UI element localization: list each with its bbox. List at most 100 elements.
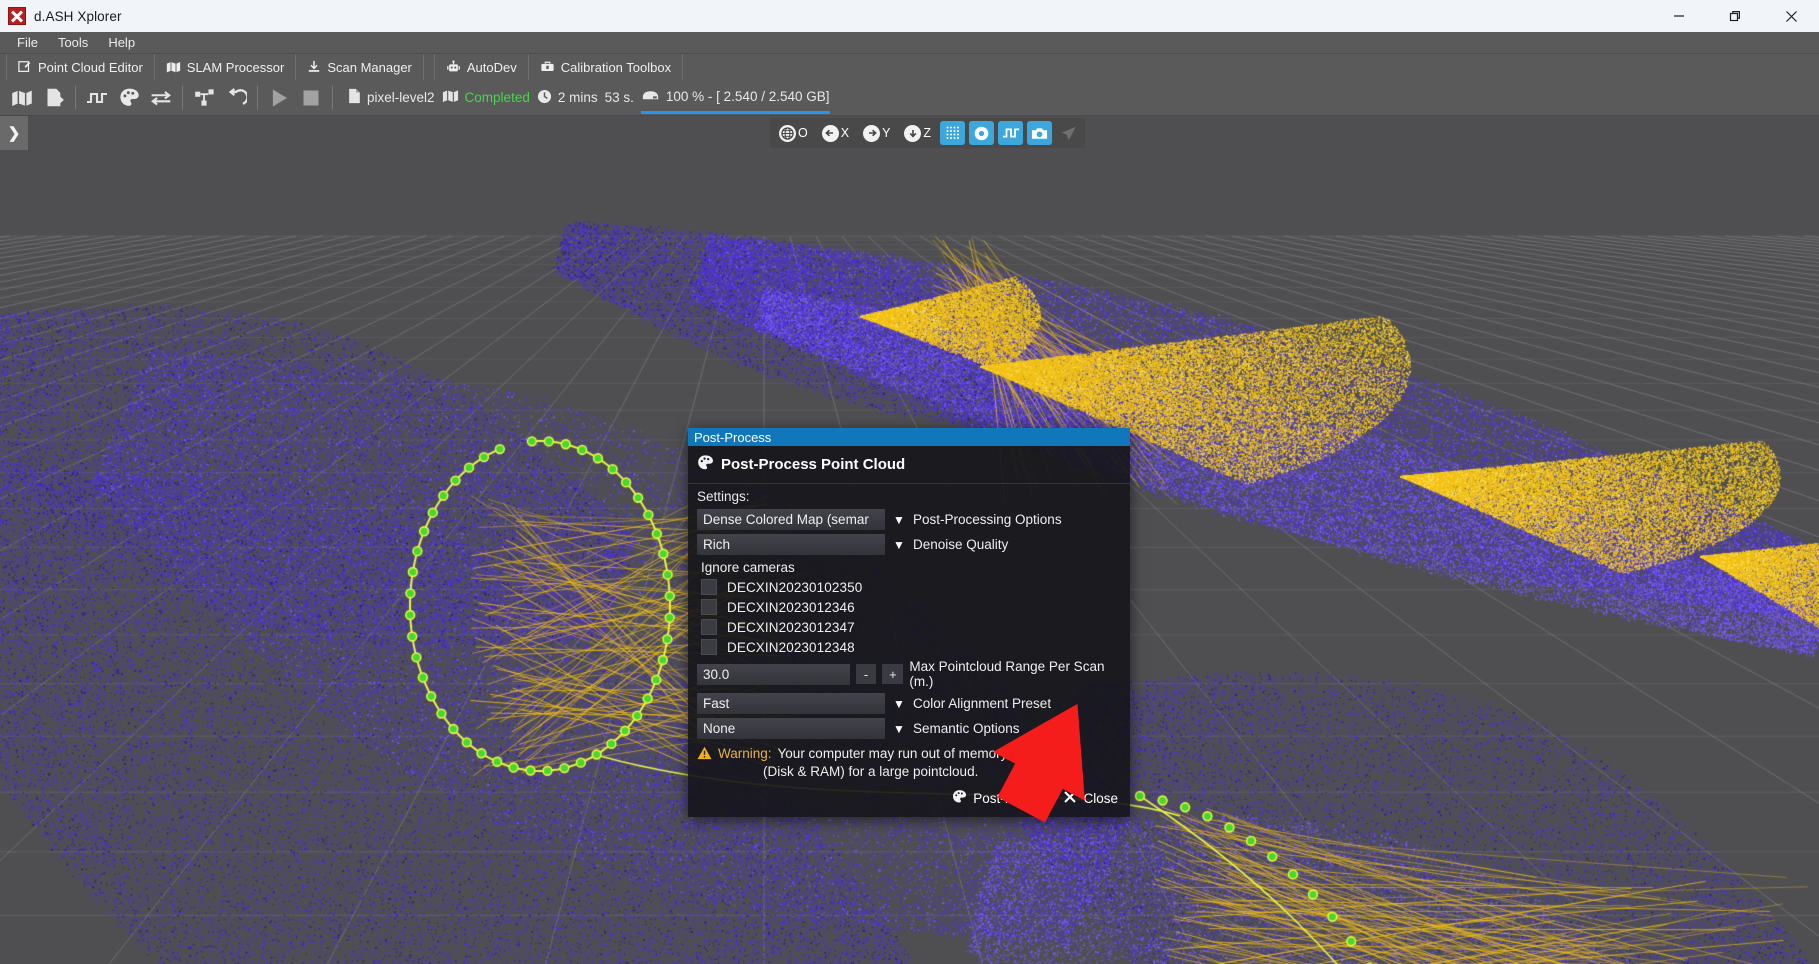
view-axis-y-button[interactable]: Y [858, 121, 895, 145]
square-wave-icon[interactable] [998, 121, 1024, 145]
module-point-cloud-editor[interactable]: Point Cloud Editor [6, 54, 155, 80]
dialog-footer: Post-Process Close [688, 779, 1130, 809]
field-label: Denoise Quality [913, 537, 1009, 552]
window-controls [1651, 0, 1819, 32]
camera-checkbox[interactable] [701, 599, 717, 615]
toolbar-divider [257, 85, 258, 110]
max-range-decrement-button[interactable]: - [855, 664, 877, 684]
signal-button[interactable] [81, 82, 113, 114]
post-process-button-label: Post-Process [973, 790, 1054, 806]
dialog-titlebar: Post-Process [688, 428, 1130, 446]
swap-button[interactable] [145, 82, 177, 114]
toolbar-divider [332, 85, 333, 110]
max-range-input[interactable]: 30.0 [697, 663, 850, 685]
view-origin-label: O [798, 126, 808, 140]
view-origin-button[interactable]: O [774, 121, 813, 145]
status-elapsed-seconds: 53 s. [604, 90, 634, 105]
palette-button[interactable] [113, 82, 145, 114]
field-label: Max Pointcloud Range Per Scan (m.) [909, 659, 1105, 689]
warning-message: Warning: Your computer may run out of me… [688, 741, 1130, 763]
view-axis-x-button[interactable]: X [817, 121, 854, 145]
camera-list-item[interactable]: DECXIN2023012346 [688, 597, 1130, 617]
camera-name: DECXIN20230102350 [727, 579, 863, 595]
field-label: Semantic Options [913, 721, 1020, 736]
semantic-options-select[interactable]: None [697, 718, 885, 739]
menu-tools[interactable]: Tools [49, 34, 97, 52]
arrow-right-icon [863, 124, 881, 142]
close-dialog-button-label: Close [1083, 790, 1118, 806]
camera-list-item[interactable]: DECXIN2023012348 [688, 637, 1130, 657]
module-autodev[interactable]: AutoDev [433, 54, 529, 80]
camera-checkbox[interactable] [701, 579, 717, 595]
dialog-body: Post-Process Point Cloud Settings: Dense… [688, 446, 1130, 818]
side-panel-expand-button[interactable]: ❯ [0, 116, 28, 150]
maximize-restore-button[interactable] [1707, 0, 1763, 32]
menu-help[interactable]: Help [99, 34, 144, 52]
dialog-header-title: Post-Process Point Cloud [721, 456, 906, 473]
grid-dots-icon[interactable] [940, 121, 966, 145]
warning-line-2-row: (Disk & RAM) for a large pointcloud. [688, 763, 1130, 779]
status-file-name: pixel-level2 [367, 90, 435, 105]
circle-dot-icon[interactable] [969, 121, 995, 145]
color-alignment-preset-select[interactable]: Fast [697, 693, 885, 714]
play-button[interactable] [263, 82, 295, 114]
dialog-header: Post-Process Point Cloud [688, 446, 1130, 484]
camera-list-item[interactable]: DECXIN20230102350 [688, 577, 1130, 597]
field-max-range: 30.0 - + Max Pointcloud Range Per Scan (… [688, 657, 1130, 691]
post-process-button[interactable]: Post-Process [952, 789, 1053, 807]
chevron-down-icon[interactable]: ▼ [893, 697, 905, 711]
module-label: Calibration Toolbox [560, 59, 672, 75]
module-label: SLAM Processor [186, 59, 285, 75]
warning-triangle-icon [697, 746, 712, 763]
clock-icon [537, 89, 552, 107]
toolbar-divider [75, 85, 76, 110]
module-slam-processor[interactable]: SLAM Processor [155, 54, 297, 80]
camera-checkbox[interactable] [701, 619, 717, 635]
robot-icon [446, 60, 461, 74]
chevron-down-icon[interactable]: ▼ [893, 513, 905, 527]
max-range-increment-button[interactable]: + [882, 664, 904, 684]
toolbox-icon [540, 60, 555, 74]
camera-list-item[interactable]: DECXIN2023012347 [688, 617, 1130, 637]
view-controls-toolbar: O X Y Z [770, 118, 1086, 148]
field-post-processing-options: Dense Colored Map (semar ▼ Post-Processi… [688, 507, 1130, 532]
point-cloud-viewport[interactable]: ❯ O X Y Z Post-Process Post-Process Poin… [0, 116, 1819, 964]
view-axis-z-button[interactable]: Z [899, 121, 936, 145]
view-axis-y-label: Y [882, 126, 891, 140]
graph-button[interactable] [188, 82, 220, 114]
close-x-icon [1063, 790, 1077, 807]
menu-bar: File Tools Help [0, 32, 1819, 54]
paper-plane-icon[interactable] [1056, 121, 1081, 145]
menu-file[interactable]: File [8, 34, 47, 52]
view-axis-x-label: X [840, 126, 850, 140]
application-window: d.ASH Xplorer File Tools Help Point Clou… [0, 0, 1819, 964]
map-button[interactable] [6, 82, 38, 114]
memory-progress-bar [640, 110, 830, 114]
field-color-alignment-preset: Fast ▼ Color Alignment Preset [688, 691, 1130, 716]
minimize-button[interactable] [1651, 0, 1707, 32]
undo-button[interactable] [220, 82, 252, 114]
camera-name: DECXIN2023012347 [727, 619, 855, 635]
camera-icon[interactable] [1027, 121, 1053, 145]
status-elapsed: 2 mins [537, 89, 598, 107]
close-dialog-button[interactable]: Close [1063, 789, 1118, 807]
close-window-button[interactable] [1763, 0, 1819, 32]
window-titlebar: d.ASH Xplorer [0, 0, 1819, 32]
field-label: Color Alignment Preset [913, 696, 1052, 711]
post-process-dialog[interactable]: Post-Process Post-Process Point Cloud Se… [688, 428, 1130, 818]
post-processing-options-select[interactable]: Dense Colored Map (semar [697, 509, 885, 530]
denoise-quality-select[interactable]: Rich [697, 534, 885, 555]
chevron-down-icon[interactable]: ▼ [893, 538, 905, 552]
stop-button[interactable] [295, 82, 327, 114]
status-memory: 100 % - [ 2.540 / 2.540 GB] [640, 89, 830, 114]
field-denoise-quality: Rich ▼ Denoise Quality [688, 532, 1130, 557]
chevron-down-icon[interactable]: ▼ [893, 722, 905, 736]
download-icon [307, 60, 321, 74]
module-calibration-toolbox[interactable]: Calibration Toolbox [529, 54, 684, 80]
globe-icon [779, 124, 796, 142]
camera-checkbox[interactable] [701, 639, 717, 655]
status-memory-text: 100 % - [ 2.540 / 2.540 GB] [665, 89, 830, 104]
export-button[interactable] [38, 82, 70, 114]
module-label: AutoDev [466, 59, 517, 75]
module-scan-manager[interactable]: Scan Manager [296, 54, 424, 80]
